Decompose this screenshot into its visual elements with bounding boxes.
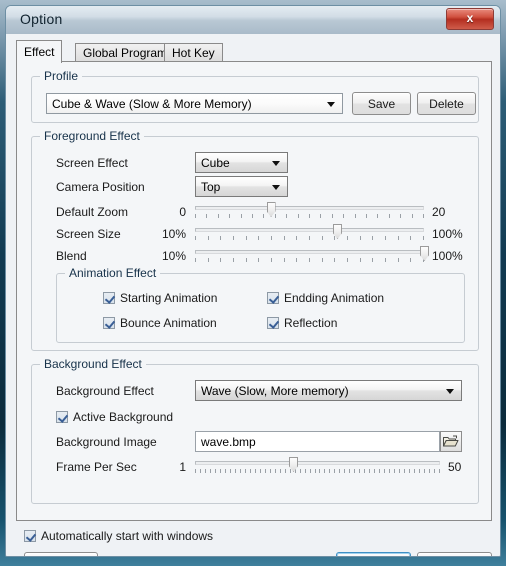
blend-max-label: 100% — [432, 249, 463, 263]
slider-track — [195, 461, 440, 465]
checkbox-box — [267, 292, 279, 304]
cancel-button[interactable]: Cancel — [417, 552, 492, 558]
frame-per-sec-min-label: 1 — [179, 460, 186, 474]
checkbox-label: Active Background — [73, 410, 174, 424]
screen-size-slider[interactable] — [195, 223, 424, 245]
checkbox-label: Reflection — [284, 316, 338, 330]
slider-ticks — [195, 236, 424, 241]
frame-per-sec-label: Frame Per Sec — [56, 460, 137, 474]
cross-icon — [427, 557, 443, 558]
checkbox-box — [24, 530, 36, 542]
checkbox-box — [56, 411, 68, 423]
tab-effect-label: Effect — [24, 45, 55, 59]
window-title: Option — [20, 11, 63, 27]
tab-hot-key[interactable]: Hot Key — [164, 43, 223, 62]
chevron-down-icon — [446, 389, 454, 394]
frame-per-sec-slider[interactable] — [195, 456, 440, 478]
checkbox-label: Endding Animation — [284, 291, 385, 305]
dialog-client-area: Effect Global Program Hot Key Profile Cu… — [6, 34, 500, 558]
default-zoom-slider[interactable] — [195, 201, 424, 223]
profile-group: Profile Cube & Wave (Slow & More Memory)… — [31, 69, 479, 123]
slider-ticks — [195, 469, 440, 474]
chevron-down-icon — [327, 102, 335, 107]
foreground-effect-group-label: Foreground Effect — [40, 129, 144, 143]
screen-size-label: Screen Size — [56, 227, 121, 241]
default-zoom-max-label: 20 — [432, 205, 446, 219]
checkbox-box — [103, 317, 115, 329]
background-effect-group-label: Background Effect — [40, 357, 146, 371]
background-image-label: Background Image — [56, 435, 157, 449]
slider-ticks — [195, 214, 424, 219]
default-zoom-label: Default Zoom — [56, 205, 129, 219]
background-effect-group: Background Effect Background Effect Wave… — [31, 357, 479, 504]
screen-effect-combo[interactable]: Cube — [195, 152, 288, 173]
blend-slider[interactable] — [195, 245, 429, 267]
delete-button[interactable]: Delete — [417, 92, 476, 115]
window-frame-inner: Option x Effect Global Program Hot Key P… — [5, 5, 501, 557]
foreground-effect-group: Foreground Effect Screen Effect Cube Cam… — [31, 129, 479, 351]
slider-track — [195, 206, 424, 210]
tab-hot-key-label: Hot Key — [172, 46, 215, 60]
screen-size-max-label: 100% — [432, 227, 463, 241]
profile-combo-value: Cube & Wave (Slow & More Memory) — [52, 97, 252, 111]
slider-ticks — [195, 258, 424, 263]
tab-page-effect: Profile Cube & Wave (Slow & More Memory)… — [16, 61, 492, 521]
default-zoom-min-label: 0 — [179, 205, 186, 219]
animation-effect-group: Animation Effect Starting Animation Endd… — [56, 266, 465, 343]
frame-per-sec-max-label: 50 — [448, 460, 462, 474]
close-icon: x — [466, 11, 474, 25]
check-icon — [346, 557, 362, 558]
open-folder-icon — [443, 435, 459, 447]
save-button-label: Save — [367, 96, 396, 111]
chevron-down-icon — [272, 185, 280, 190]
refresh-icon — [34, 557, 50, 558]
animation-effect-group-label: Animation Effect — [65, 266, 161, 280]
camera-position-value: Top — [201, 180, 221, 194]
screen-effect-label: Screen Effect — [56, 156, 128, 170]
camera-position-label: Camera Position — [56, 180, 145, 194]
checkbox-box — [103, 292, 115, 304]
ok-button[interactable]: OK — [336, 552, 411, 558]
dialog-footer: Automatically start with windows Default — [6, 523, 500, 558]
tab-global-program[interactable]: Global Program — [75, 43, 176, 62]
camera-position-combo[interactable]: Top — [195, 176, 288, 197]
profile-combo[interactable]: Cube & Wave (Slow & More Memory) — [46, 93, 343, 114]
blend-min-label: 10% — [161, 249, 186, 263]
background-effect-value: Wave (Slow, More memory) — [201, 384, 349, 398]
browse-background-image-button[interactable] — [440, 431, 462, 452]
tab-strip: Effect Global Program Hot Key — [16, 40, 492, 63]
background-effect-label: Background Effect — [56, 384, 154, 398]
delete-button-label: Delete — [429, 96, 464, 111]
chevron-down-icon — [272, 161, 280, 166]
title-bar: Option x — [6, 6, 500, 35]
checkbox-label: Automatically start with windows — [41, 529, 214, 543]
checkbox-label: Starting Animation — [120, 291, 218, 305]
background-image-input[interactable]: wave.bmp — [195, 431, 440, 452]
background-effect-combo[interactable]: Wave (Slow, More memory) — [195, 380, 462, 401]
tab-effect[interactable]: Effect — [16, 40, 63, 63]
screen-effect-value: Cube — [201, 156, 230, 170]
screen-size-min-label: 10% — [161, 227, 186, 241]
option-dialog-window: Option x Effect Global Program Hot Key P… — [0, 0, 506, 566]
tab-global-program-label: Global Program — [83, 46, 168, 60]
slider-track — [195, 250, 424, 254]
blend-label: Blend — [56, 249, 87, 263]
profile-group-label: Profile — [40, 69, 83, 83]
checkbox-box — [267, 317, 279, 329]
slider-track — [195, 228, 424, 232]
default-button[interactable]: Default — [24, 552, 98, 558]
background-image-value: wave.bmp — [201, 435, 256, 449]
save-button[interactable]: Save — [352, 92, 411, 115]
checkbox-label: Bounce Animation — [120, 316, 217, 330]
close-button[interactable]: x — [446, 8, 494, 30]
